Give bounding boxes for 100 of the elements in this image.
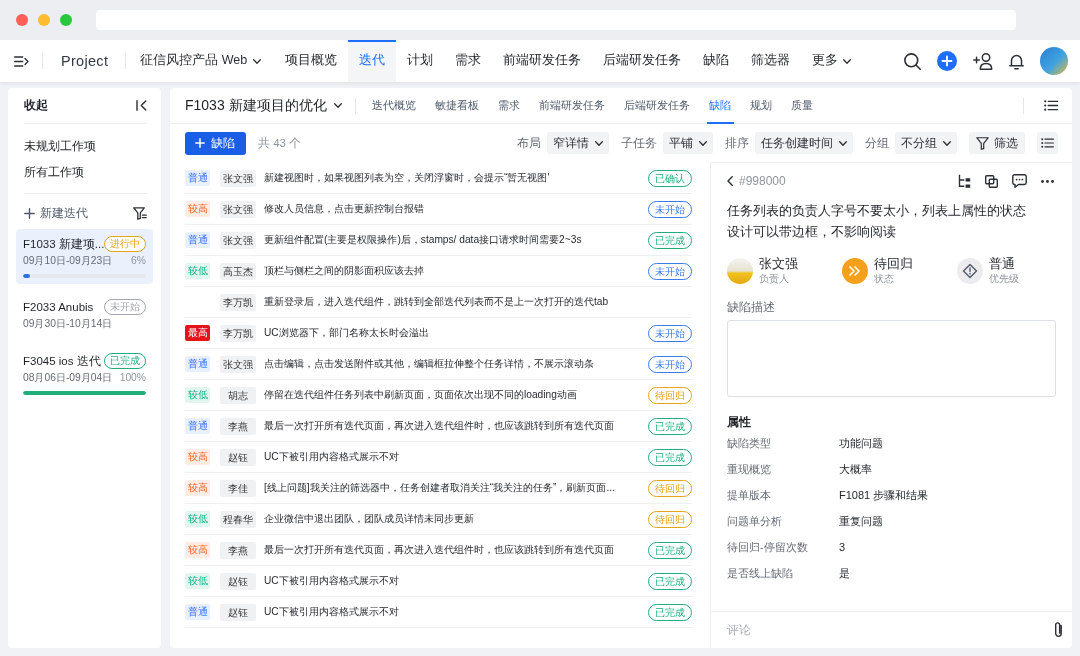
view-tab[interactable]: 敏捷看板 bbox=[425, 88, 489, 124]
task-title: 重新登录后，进入迭代组件，跳转到全部迭代列表而不是上一次打开的迭代tab bbox=[264, 294, 609, 309]
collapse-icon[interactable] bbox=[136, 100, 147, 111]
product-selector[interactable]: 征信风控产品 Web bbox=[140, 52, 262, 70]
priority-tag: 普通 bbox=[185, 356, 210, 372]
task-row[interactable]: 普通 张文强 新建视图时，如果视图列表为空，关闭浮窗时，会提示“暂无视图' 已确认 bbox=[185, 163, 692, 194]
field-value: 待回归 bbox=[874, 256, 913, 272]
sidebar-link[interactable]: 所有工作项 bbox=[24, 159, 147, 185]
nav-tab[interactable]: 需求 bbox=[444, 40, 493, 82]
task-row[interactable]: 较高 张文强 修改人员信息，点击更新控制台报错 未开始 bbox=[185, 194, 692, 225]
nav-tab[interactable]: 筛选器 bbox=[740, 40, 802, 82]
chevron-down-icon bbox=[943, 140, 951, 146]
option-select[interactable]: 任务创建时间 bbox=[755, 132, 853, 154]
nav-tab[interactable]: 计划 bbox=[396, 40, 445, 82]
task-row[interactable]: 李万凯 重新登录后，进入迭代组件，跳转到全部迭代列表而不是上一次打开的迭代tab bbox=[185, 287, 692, 318]
task-row[interactable]: 普通 赵钰 UC下被引用内容格式展示不对 已完成 bbox=[185, 597, 692, 628]
property-value: F1081 步骤和结果 bbox=[839, 488, 929, 504]
nav-tab[interactable]: 迭代 bbox=[348, 40, 397, 82]
comment-icon[interactable] bbox=[1012, 174, 1027, 188]
iteration-name: F3045 ios 迭代 bbox=[23, 353, 101, 369]
add-user-icon[interactable] bbox=[973, 52, 993, 70]
chevron-down-icon bbox=[253, 58, 262, 64]
sidebar-link[interactable]: 未规划工作项 bbox=[24, 133, 147, 159]
nav-tab[interactable]: 更多 bbox=[801, 40, 863, 82]
property-label: 重现概览 bbox=[727, 462, 772, 478]
status-tag: 已完成 bbox=[104, 353, 146, 369]
filter-icon[interactable] bbox=[133, 206, 147, 220]
avatar-icon[interactable] bbox=[1040, 47, 1068, 75]
add-icon[interactable] bbox=[937, 51, 957, 71]
task-row[interactable]: 最高 李万凯 UC浏览器下，部门名称太长时会溢出 未开始 bbox=[185, 318, 692, 349]
iteration-title-selector[interactable]: F1033 新建项目的优化 bbox=[185, 95, 342, 116]
iteration-dates: 09月30日-10月14日 bbox=[23, 316, 113, 331]
task-row[interactable]: 较高 李燕 最后一次打开所有迭代页面，再次进入迭代组件时，也应该跳转到所有迭代页面 已完成 bbox=[185, 535, 692, 566]
list-view-icon bbox=[1041, 138, 1054, 148]
task-row[interactable]: 较高 赵钰 UC下被引用内容格式展示不对 已完成 bbox=[185, 442, 692, 473]
progress-percent: 6% bbox=[131, 253, 146, 268]
nav-tab[interactable]: 项目概览 bbox=[274, 40, 349, 82]
task-row[interactable]: 普通 李燕 最后一次打开所有迭代页面，再次进入迭代组件时，也应该跳转到所有迭代页面 已完成 bbox=[185, 411, 692, 442]
task-row[interactable]: 较低 程春华 企业微信中退出团队，团队成员详情未同步更新 待回归 bbox=[185, 504, 692, 535]
subtask-icon[interactable] bbox=[958, 174, 971, 188]
task-row[interactable]: 普通 张文强 点击编辑，点击发送附件或其他，编辑框拉伸整个任务详情，不展示滚动条 未开始 bbox=[185, 349, 692, 380]
more-icon[interactable] bbox=[1041, 179, 1054, 183]
assignee-tag: 张文强 bbox=[220, 200, 256, 218]
nav-tab[interactable]: 前端研发任务 bbox=[492, 40, 593, 82]
task-title: UC下被引用内容格式展示不对 bbox=[264, 449, 399, 464]
field-caption: 负责人 bbox=[759, 272, 790, 285]
copy-icon[interactable] bbox=[985, 174, 998, 188]
window-close-icon[interactable] bbox=[16, 14, 28, 26]
option-select[interactable]: 窄详情 bbox=[547, 132, 609, 154]
task-title: 最后一次打开所有迭代页面，再次进入迭代组件时，也应该跳转到所有迭代页面 bbox=[264, 418, 614, 433]
comment-field[interactable]: 评论 bbox=[727, 621, 1007, 639]
iteration-item[interactable]: F3045 ios 迭代 已完成 08月06日-09月04日 100% bbox=[16, 346, 153, 401]
task-row[interactable]: 普通 张文强 更新组件配置(主要是权限操作)后，stamps/ data接口请求时间需要2~3s 已完成 bbox=[185, 225, 692, 256]
search-icon[interactable] bbox=[904, 52, 921, 70]
view-tab[interactable]: 前端研发任务 bbox=[529, 88, 615, 124]
new-iteration-button[interactable]: 新建迭代 bbox=[24, 204, 88, 222]
task-title: UC下被引用内容格式展示不对 bbox=[264, 604, 399, 619]
assignee-tag: 李燕 bbox=[220, 541, 256, 559]
plus-icon bbox=[195, 138, 205, 148]
priority-tag: 普通 bbox=[185, 418, 210, 434]
back-icon[interactable] bbox=[727, 176, 733, 186]
priority-tag: 较低 bbox=[185, 511, 210, 527]
task-row[interactable]: 较低 高玉杰 顶栏与侧栏之间的阴影面积应该去掉 未开始 bbox=[185, 256, 692, 287]
view-tab[interactable]: 质量 bbox=[781, 88, 823, 124]
task-title: 企业微信中退出团队，团队成员详情未同步更新 bbox=[264, 511, 474, 526]
view-tab[interactable]: 规划 bbox=[740, 88, 782, 124]
property-label: 待回归-停留次数 bbox=[727, 540, 809, 556]
priority-tag: 较高 bbox=[185, 480, 210, 496]
description-field[interactable] bbox=[727, 320, 1056, 398]
view-tab[interactable]: 后端研发任务 bbox=[614, 88, 700, 124]
assignee-tag: 程春华 bbox=[220, 510, 256, 528]
priority-tag: 较低 bbox=[185, 573, 210, 589]
add-defect-button[interactable]: 缺陷 bbox=[185, 131, 246, 155]
status-tag: 未开始 bbox=[648, 200, 692, 218]
option-label: 排序 bbox=[725, 135, 749, 151]
task-title: [线上问题]我关注的筛选器中，任务创建者取消关注“我关注的任务”，刷新页面... bbox=[264, 480, 615, 495]
option-select[interactable]: 平铺 bbox=[663, 132, 713, 154]
field-caption: 状态 bbox=[874, 272, 895, 285]
menu-icon[interactable] bbox=[14, 55, 29, 67]
task-row[interactable]: 较高 李佳 [线上问题]我关注的筛选器中，任务创建者取消关注“我关注的任务”，刷新页面... 待回归 bbox=[185, 473, 692, 504]
iteration-item[interactable]: F2033 Anubis 未开始 09月30日-10月14日 bbox=[16, 292, 153, 338]
view-tab[interactable]: 迭代概览 bbox=[362, 88, 426, 124]
assignee-tag: 张文强 bbox=[220, 231, 256, 249]
task-row[interactable]: 较低 赵钰 UC下被引用内容格式展示不对 已完成 bbox=[185, 566, 692, 597]
assignee-tag: 赵钰 bbox=[220, 603, 256, 621]
list-view-icon[interactable] bbox=[1044, 100, 1058, 111]
iteration-name: F2033 Anubis bbox=[23, 299, 94, 315]
paperclip-icon[interactable] bbox=[1054, 622, 1063, 638]
task-row[interactable]: 较低 胡志 停留在迭代组件任务列表中刷新页面，页面依次出现不同的loading动画 待回归 bbox=[185, 380, 692, 411]
notification-bell-icon[interactable] bbox=[1009, 52, 1024, 70]
nav-tab[interactable]: 缺陷 bbox=[692, 40, 741, 82]
assignee-tag: 李佳 bbox=[220, 479, 256, 497]
property-value: 功能问题 bbox=[839, 436, 883, 452]
iteration-item[interactable]: F1033 新建项... 进行中 09月10日-09月23日 6% bbox=[16, 229, 153, 284]
plus-icon bbox=[24, 207, 35, 219]
nav-tab[interactable]: 后端研发任务 bbox=[592, 40, 693, 82]
view-tab[interactable]: 需求 bbox=[488, 88, 530, 124]
option-select[interactable]: 不分组 bbox=[895, 132, 957, 154]
list-options-button[interactable] bbox=[1037, 132, 1058, 154]
filter-button[interactable]: 筛选 bbox=[969, 132, 1025, 154]
